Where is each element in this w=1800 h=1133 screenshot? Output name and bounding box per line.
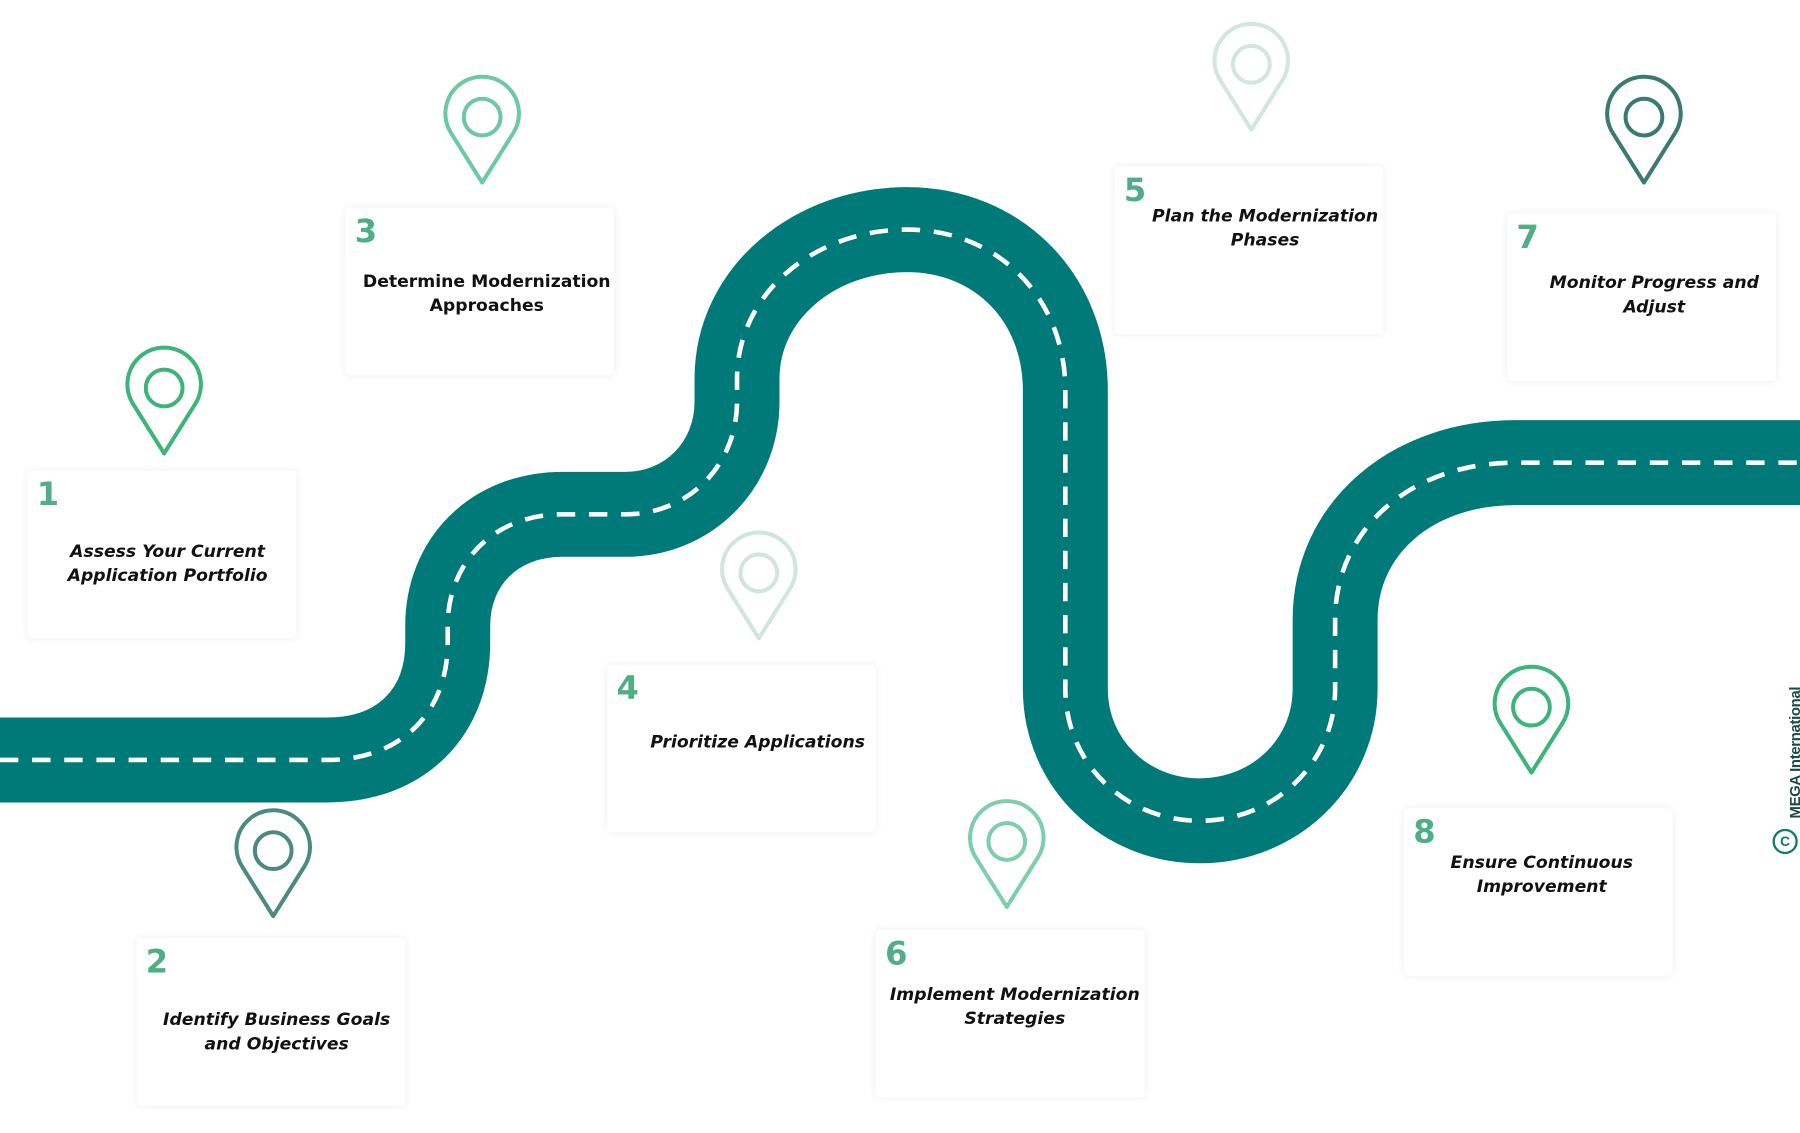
- location-pin-icon: [968, 799, 1046, 909]
- step-title: Monitor Progress and Adjust: [1549, 272, 1759, 317]
- step-card-2: 2 Identify Business Goals and Objectives: [136, 937, 406, 1106]
- location-pin-icon: [234, 808, 312, 919]
- location-pin-icon: [1212, 21, 1291, 132]
- copyright-icon: C: [1772, 828, 1798, 855]
- step-number: 2: [145, 942, 169, 981]
- step-number: 7: [1516, 218, 1539, 257]
- step-title: Assess Your Current Application Portfoli…: [67, 540, 268, 586]
- step-card-5: 5 Plan the Modernization Phases: [1114, 166, 1384, 335]
- step-card-8: 8 Ensure Continuous Improvement: [1404, 808, 1673, 976]
- step-number: 4: [616, 669, 639, 708]
- location-pin-icon: [443, 74, 521, 185]
- location-pin-icon: [1605, 74, 1683, 185]
- step-number: 8: [1413, 812, 1436, 851]
- step-title: Ensure Continuous Improvement: [1450, 851, 1633, 897]
- location-pin-icon: [1492, 664, 1571, 775]
- location-pin-icon: [125, 345, 203, 456]
- step-number: 6: [885, 934, 908, 973]
- step-number: 1: [36, 475, 60, 514]
- step-number: 3: [354, 212, 378, 251]
- step-card-1: 1 Assess Your Current Application Portfo…: [27, 470, 297, 639]
- step-card-4: 4 Prioritize Applications: [607, 664, 876, 833]
- step-card-7: 7 Monitor Progress and Adjust: [1507, 213, 1776, 382]
- step-title: Prioritize Applications: [650, 731, 866, 752]
- location-pin-icon: [720, 530, 798, 641]
- step-title: Implement Modernization Strategies: [889, 983, 1140, 1029]
- step-card-6: 6 Implement Modernization Strategies: [875, 929, 1145, 1098]
- step-title: Plan the Modernization Phases: [1152, 205, 1379, 251]
- step-title: Determine Modernization Approaches: [362, 270, 611, 316]
- watermark-text: MEGA International: [1786, 686, 1800, 819]
- step-title: Identify Business Goals and Objectives: [163, 1009, 391, 1054]
- step-card-3: 3 Determine Modernization Approaches: [345, 207, 615, 376]
- roadmap-diagram: 1 Assess Your Current Application Portfo…: [0, 0, 1800, 1133]
- watermark: MEGA International C: [1769, 686, 1800, 861]
- step-number: 5: [1123, 171, 1147, 209]
